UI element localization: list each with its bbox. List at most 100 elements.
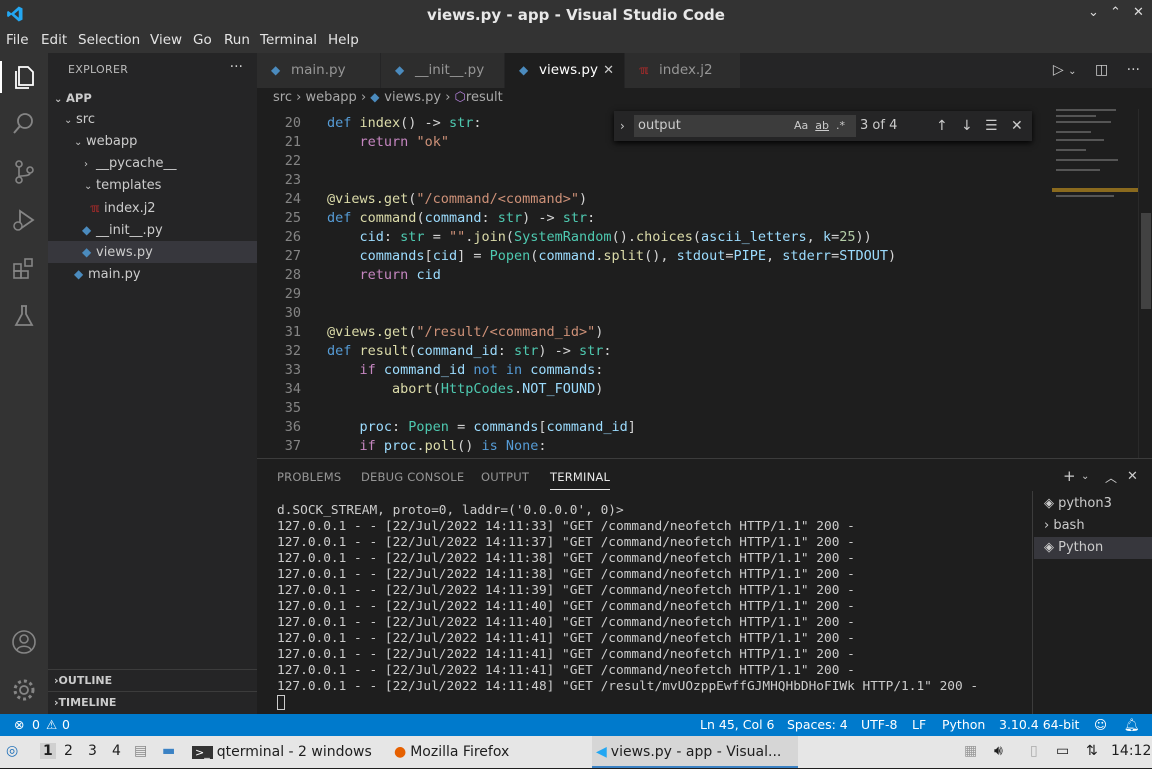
- error-count[interactable]: 0: [32, 717, 40, 732]
- taskbar-window-qterminal[interactable]: >_ qterminal - 2 windows: [192, 736, 388, 768]
- explorer-more-actions-icon[interactable]: ···: [230, 59, 243, 75]
- menu-file[interactable]: File: [6, 32, 29, 48]
- terminal-python3[interactable]: ◈ python3: [1034, 493, 1152, 515]
- tab-problems[interactable]: PROBLEMS: [277, 470, 341, 484]
- python-interpreter[interactable]: 3.10.4 64-bit: [999, 717, 1079, 732]
- workspace-3[interactable]: 3: [88, 743, 97, 759]
- warning-count[interactable]: 0: [62, 717, 70, 732]
- breadcrumb-item[interactable]: src: [273, 90, 292, 105]
- close-window-button[interactable]: ✕: [1133, 5, 1144, 20]
- workspace-4[interactable]: 4: [112, 743, 121, 759]
- language-mode[interactable]: Python: [942, 717, 985, 732]
- menu-terminal[interactable]: Terminal: [260, 32, 317, 48]
- tab-debug-console[interactable]: DEBUG CONSOLE: [361, 470, 464, 484]
- menu-selection[interactable]: Selection: [78, 32, 140, 48]
- find-in-selection-icon[interactable]: ☰: [985, 115, 998, 137]
- tab-output[interactable]: OUTPUT: [481, 470, 529, 484]
- explorer-icon[interactable]: [10, 63, 38, 91]
- network-icon[interactable]: ⇅: [1086, 743, 1098, 759]
- toggle-replace-icon[interactable]: ›: [620, 115, 625, 137]
- source-control-icon[interactable]: [10, 158, 38, 186]
- tree-folder-webapp[interactable]: ⌄ webapp: [48, 131, 257, 153]
- breadcrumb-item[interactable]: webapp: [305, 90, 356, 105]
- chevron-down-icon[interactable]: ⌄: [1068, 66, 1076, 77]
- outline-section[interactable]: ›OUTLINE: [48, 669, 257, 691]
- python-icon: ◈: [1044, 496, 1059, 511]
- next-match-icon[interactable]: ↓: [961, 115, 973, 137]
- breadcrumb-item[interactable]: result: [466, 90, 503, 105]
- feedback-icon[interactable]: ☺: [1094, 717, 1107, 732]
- tab-label: main.py: [291, 62, 346, 78]
- tree-file-init-py[interactable]: ◆ __init__.py: [48, 219, 257, 241]
- tree-file-index-j2[interactable]: ℼ index.j2: [48, 197, 257, 219]
- search-icon[interactable]: [10, 110, 38, 138]
- accounts-icon[interactable]: [10, 628, 38, 656]
- close-find-icon[interactable]: ✕: [1011, 115, 1023, 137]
- menu-go[interactable]: Go: [193, 32, 212, 48]
- minimap[interactable]: [1052, 109, 1138, 458]
- keyboard-icon[interactable]: ▦: [964, 743, 977, 759]
- workspace-2[interactable]: 2: [64, 743, 73, 759]
- show-desktop-icon[interactable]: ▬: [162, 743, 175, 759]
- line-ending[interactable]: LF: [912, 717, 926, 732]
- minimize-button[interactable]: ⌄: [1088, 5, 1099, 20]
- start-menu-icon[interactable]: ◎: [6, 743, 18, 759]
- tree-file-views-py[interactable]: ◆ views.py: [48, 241, 257, 263]
- split-editor-icon[interactable]: ◫: [1095, 62, 1108, 78]
- tab-views-py[interactable]: ◆ views.py ✕: [505, 53, 625, 88]
- encoding[interactable]: UTF-8: [861, 717, 897, 732]
- volume-icon[interactable]: 🔊︎: [994, 743, 1003, 759]
- run-debug-icon[interactable]: [10, 206, 38, 234]
- run-file-icon[interactable]: ▷: [1053, 62, 1064, 78]
- extensions-icon[interactable]: [10, 254, 38, 282]
- close-tab-icon[interactable]: ✕: [603, 53, 614, 88]
- breadcrumb-item[interactable]: views.py: [384, 90, 441, 105]
- workspace-1[interactable]: 1: [40, 743, 56, 759]
- menu-help[interactable]: Help: [328, 32, 359, 48]
- timeline-section[interactable]: ›TIMELINE: [48, 691, 257, 713]
- more-actions-icon[interactable]: ···: [1127, 62, 1140, 78]
- taskbar-window-firefox[interactable]: ● Mozilla Firefox: [394, 736, 584, 768]
- maximize-button[interactable]: ⌃: [1110, 5, 1121, 20]
- close-panel-icon[interactable]: ✕: [1127, 469, 1138, 484]
- tree-folder-templates[interactable]: ⌄ templates: [48, 175, 257, 197]
- cursor-position[interactable]: Ln 45, Col 6: [700, 717, 775, 732]
- match-word-toggle[interactable]: ab: [815, 119, 829, 132]
- tree-file-main-py[interactable]: ◆ main.py: [48, 263, 257, 285]
- terminal-python[interactable]: ◈ Python: [1034, 537, 1152, 559]
- trash-icon[interactable]: ▤: [134, 743, 147, 759]
- notifications-bell-icon[interactable]: 🔔︎: [1124, 717, 1140, 733]
- menu-view[interactable]: View: [150, 32, 182, 48]
- display-icon[interactable]: ▭: [1056, 743, 1069, 759]
- vertical-scrollbar[interactable]: [1138, 109, 1152, 458]
- tab-index-j2[interactable]: ℼ index.j2: [625, 53, 741, 88]
- jinja-file-icon: ℼ: [639, 63, 649, 77]
- testing-icon[interactable]: [10, 302, 38, 330]
- tab-init-py[interactable]: ◆ __init__.py: [381, 53, 505, 88]
- code-editor[interactable]: 20 def index() -> str: 21 return "ok" 22 …: [257, 109, 1052, 458]
- maximize-panel-icon[interactable]: ︿: [1105, 469, 1117, 486]
- settings-gear-icon[interactable]: [10, 676, 38, 704]
- match-case-toggle[interactable]: Aa: [794, 119, 808, 132]
- explorer-root-app[interactable]: ⌄ APP: [48, 87, 257, 109]
- error-icon[interactable]: ⊗: [14, 717, 24, 732]
- line-number: 30: [284, 305, 301, 321]
- terminal-line: 127.0.0.1 - - [22/Jul/2022 14:11:40] "GE…: [277, 599, 855, 614]
- terminal-line: 127.0.0.1 - - [22/Jul/2022 14:11:38] "GE…: [277, 567, 855, 582]
- chevron-down-icon[interactable]: ⌄: [1081, 471, 1089, 482]
- tree-folder-pycache[interactable]: › __pycache__: [48, 153, 257, 175]
- taskbar-window-vscode[interactable]: ◀ views.py - app - Visual...: [592, 736, 798, 768]
- indentation[interactable]: Spaces: 4: [787, 717, 848, 732]
- tab-main-py[interactable]: ◆ main.py: [257, 53, 381, 88]
- terminal-output[interactable]: d.SOCK_STREAM, proto=0, laddr=('0.0.0.0'…: [277, 503, 1027, 711]
- tab-terminal[interactable]: TERMINAL: [550, 470, 611, 490]
- menu-run[interactable]: Run: [224, 32, 250, 48]
- tree-folder-src[interactable]: ⌄ src: [48, 109, 257, 131]
- warning-icon[interactable]: ⚠: [46, 717, 57, 732]
- regex-toggle[interactable]: .*: [836, 119, 845, 132]
- new-terminal-icon[interactable]: +: [1063, 467, 1076, 485]
- previous-match-icon[interactable]: ↑: [936, 115, 948, 137]
- clipboard-icon[interactable]: ▯: [1030, 743, 1038, 759]
- terminal-bash[interactable]: › bash: [1034, 515, 1152, 537]
- menu-edit[interactable]: Edit: [41, 32, 67, 48]
